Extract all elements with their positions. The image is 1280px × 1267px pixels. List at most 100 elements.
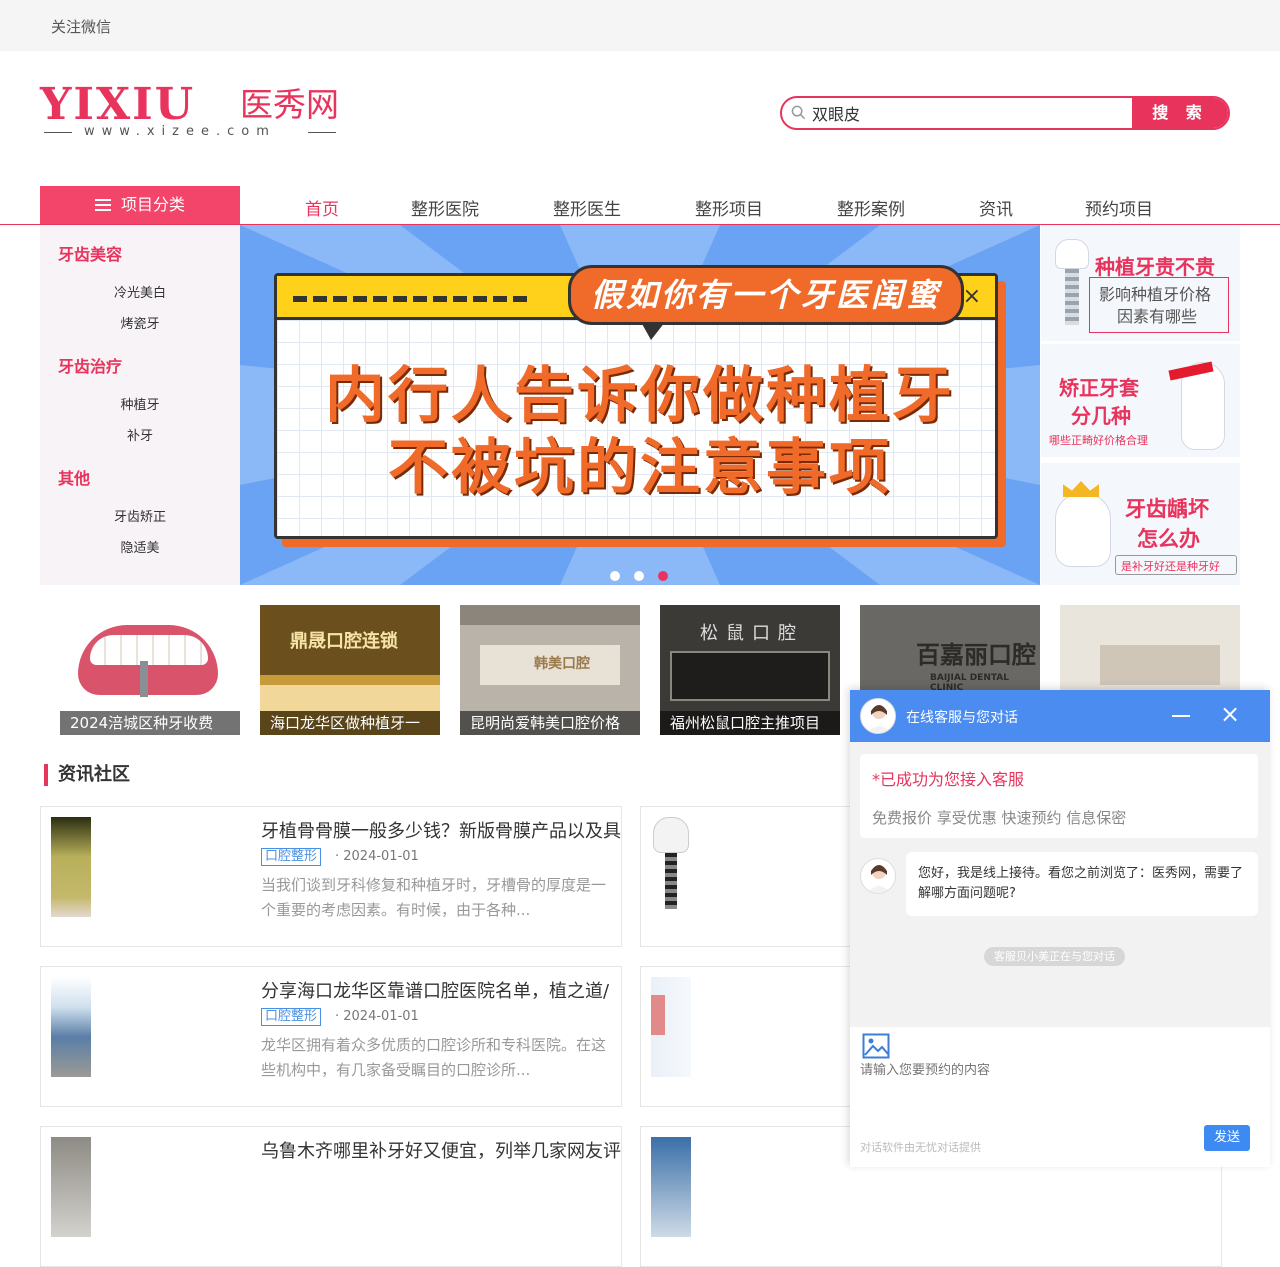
send-button[interactable]: 发送 bbox=[1204, 1125, 1250, 1151]
clinic-room bbox=[1100, 645, 1220, 685]
article-tag[interactable]: 口腔整形 bbox=[261, 848, 322, 866]
nav-doctors[interactable]: 整形医生 bbox=[553, 195, 621, 220]
promo-braces[interactable]: 矫正牙套 分几种 哪些正畸好价格合理 bbox=[1041, 341, 1240, 457]
article-date: · 2024-01-01 bbox=[335, 849, 419, 864]
category-sidebar: 牙齿美容 冷光美白 烤瓷牙 牙齿治疗 种植牙 补牙 其他 牙齿矫正 隐适美 bbox=[40, 225, 240, 585]
promo-subtitle-2: 因素有哪些 bbox=[1117, 307, 1198, 326]
tooth-mascot-icon bbox=[1055, 493, 1111, 567]
article-thumbnail bbox=[51, 977, 91, 1077]
article-thumbnail bbox=[651, 817, 691, 917]
thumbnail-card[interactable]: 2024涪城区种牙收费 bbox=[60, 605, 240, 735]
article-title[interactable]: 乌鲁木齐哪里补牙好又便宜，列举几家网友评 bbox=[261, 1137, 623, 1163]
chat-composer: 对话软件由无忧对话提供 发送 bbox=[850, 1027, 1270, 1167]
nav-home[interactable]: 首页 bbox=[305, 195, 339, 220]
banner-headline-2: 不被坑的注意事项 bbox=[388, 433, 892, 503]
article-tag[interactable]: 口腔整形 bbox=[261, 1008, 322, 1026]
hero-banner[interactable]: × 假如你有一个牙医闺蜜 内行人告诉你做种植牙 不被坑的注意事项 bbox=[240, 225, 1040, 585]
article-description: 当我们谈到牙科修复和种植牙时，牙槽骨的厚度是一个重要的考虑因素。有时候，由于各种… bbox=[261, 876, 607, 919]
nav-projects[interactable]: 整形项目 bbox=[695, 195, 763, 220]
clinic-sign: 鼎晟口腔连锁 bbox=[290, 631, 398, 652]
close-icon[interactable]: × bbox=[1220, 702, 1240, 726]
chat-widget: 在线客服与您对话 × *已成功为您接入客服 免费报价 享受优惠 快速预约 信息保… bbox=[850, 690, 1270, 1167]
nav-news[interactable]: 资讯 bbox=[979, 195, 1013, 220]
sidebar-group-title[interactable]: 其他 bbox=[58, 465, 90, 489]
category-button-label: 项目分类 bbox=[120, 195, 185, 214]
chat-notice: *已成功为您接入客服 免费报价 享受优惠 快速预约 信息保密 bbox=[860, 754, 1258, 838]
search-button[interactable]: 搜 索 bbox=[1132, 98, 1228, 128]
article-thumbnail bbox=[51, 1137, 91, 1237]
sidebar-item[interactable]: 冷光美白 bbox=[40, 282, 240, 301]
article-title[interactable]: 牙植骨骨膜一般多少钱？新版骨膜产品以及具 bbox=[261, 817, 623, 843]
banner-headline-1: 内行人告诉你做种植牙 bbox=[325, 361, 955, 431]
sidebar-item[interactable]: 烤瓷牙 bbox=[40, 313, 240, 332]
minimize-icon[interactable] bbox=[1172, 703, 1190, 725]
crown-icon bbox=[1063, 481, 1099, 497]
article-thumbnail bbox=[51, 817, 91, 917]
promo-implant[interactable]: 种植牙贵不贵 影响种植牙价格 因素有哪些 bbox=[1041, 225, 1240, 341]
agent-avatar bbox=[860, 698, 896, 734]
logo-english: YIXIU bbox=[40, 79, 196, 130]
thumbnail-card[interactable]: 松鼠口腔 福州松鼠口腔主推项目 bbox=[660, 605, 840, 735]
thumbnail-card[interactable]: 鼎晟口腔连锁 海口龙华区做种植牙一 bbox=[260, 605, 440, 735]
section-title: 资讯社区 bbox=[44, 764, 130, 786]
sidebar-item[interactable]: 牙齿矫正 bbox=[40, 506, 240, 525]
sidebar-item[interactable]: 补牙 bbox=[40, 425, 240, 444]
logo-divider-right bbox=[308, 132, 336, 133]
article-date: · 2024-01-01 bbox=[335, 1009, 419, 1024]
nav-appointment[interactable]: 预约项目 bbox=[1085, 195, 1153, 220]
powered-by: 对话软件由无忧对话提供 bbox=[860, 1141, 981, 1154]
thumbnail-card[interactable]: 韩美口腔 昆明尚爱韩美口腔价格 bbox=[460, 605, 640, 735]
promo-decay[interactable]: 牙齿龋坏 怎么办 是补牙好还是种牙好 bbox=[1041, 460, 1240, 585]
logo-chinese: 医秀网 bbox=[240, 85, 339, 124]
chat-header[interactable]: 在线客服与您对话 × bbox=[850, 690, 1270, 742]
promo-subtitle: 影响种植牙价格 bbox=[1099, 285, 1212, 304]
clinic-sign: 韩美口腔 bbox=[534, 656, 590, 672]
reception-desk bbox=[260, 685, 440, 711]
chat-message: 您好，我是线上接待。看您之前浏览了：医秀网，需要了解哪方面问题呢? bbox=[906, 852, 1258, 916]
implant-illustration bbox=[140, 661, 148, 697]
article-card[interactable]: 分享海口龙华区靠谱口腔医院名单，植之道/ 口腔整形 · 2024-01-01 龙… bbox=[40, 966, 622, 1107]
site-logo[interactable]: YIXIU 医秀网 www.xizee.com bbox=[40, 82, 350, 142]
notice-connected: *已成功为您接入客服 bbox=[872, 770, 1025, 789]
article-card[interactable]: 乌鲁木齐哪里补牙好又便宜，列举几家网友评 bbox=[40, 1126, 622, 1267]
promo-title-2: 怎么办 bbox=[1137, 527, 1200, 551]
promo-title-2: 分几种 bbox=[1071, 404, 1131, 428]
sidebar-item[interactable]: 隐适美 bbox=[40, 537, 240, 556]
teeth-illustration bbox=[90, 635, 208, 665]
nav-cases[interactable]: 整形案例 bbox=[837, 195, 905, 220]
promo-subtitle: 是补牙好还是种牙好 bbox=[1121, 560, 1220, 573]
clinic-sign: 百嘉丽口腔 bbox=[916, 641, 1036, 669]
chat-system-note: 客服贝小美正在与您对话 bbox=[984, 947, 1125, 966]
search-icon bbox=[791, 105, 806, 120]
article-thumbnail bbox=[651, 977, 691, 1077]
follow-wechat-link[interactable]: 关注微信 bbox=[51, 16, 111, 37]
article-title[interactable]: 分享海口龙华区靠谱口腔医院名单，植之道/ bbox=[261, 977, 623, 1003]
image-upload-icon[interactable] bbox=[862, 1033, 890, 1059]
article-thumbnail bbox=[651, 1137, 691, 1237]
banner-dot-active[interactable] bbox=[658, 571, 668, 581]
thumbnail-caption: 福州松鼠口腔主推项目 bbox=[660, 711, 840, 735]
sidebar-group-title[interactable]: 牙齿美容 bbox=[58, 241, 122, 265]
thumbnail-caption: 昆明尚爱韩美口腔价格 bbox=[460, 711, 640, 735]
banner-bubble: 假如你有一个牙医闺蜜 bbox=[568, 265, 964, 340]
promo-title: 矫正牙套 bbox=[1059, 376, 1139, 400]
banner-dot[interactable] bbox=[634, 571, 644, 581]
search-box: 搜 索 bbox=[780, 96, 1230, 130]
category-button[interactable]: 项目分类 bbox=[40, 186, 240, 224]
promo-subtitle: 哪些正畸好价格合理 bbox=[1049, 434, 1148, 447]
promo-title: 牙齿龋坏 bbox=[1125, 497, 1209, 521]
chat-input[interactable] bbox=[860, 1063, 1220, 1078]
thumbnail-caption: 海口龙华区做种植牙一 bbox=[260, 711, 440, 735]
search-input[interactable] bbox=[812, 100, 1132, 126]
sidebar-item[interactable]: 种植牙 bbox=[40, 394, 240, 413]
banner-close-icon: × bbox=[962, 284, 981, 309]
sidebar-group-title[interactable]: 牙齿治疗 bbox=[58, 353, 122, 377]
nav-hospitals[interactable]: 整形医院 bbox=[411, 195, 479, 220]
article-card[interactable]: 牙植骨骨膜一般多少钱？新版骨膜产品以及具 口腔整形 · 2024-01-01 当… bbox=[40, 806, 622, 947]
tooth-crown-icon bbox=[1055, 239, 1089, 269]
agent-avatar bbox=[860, 858, 896, 894]
implant-screw-icon bbox=[1065, 269, 1079, 325]
logo-url: www.xizee.com bbox=[84, 124, 276, 139]
banner-dot[interactable] bbox=[610, 571, 620, 581]
chat-title: 在线客服与您对话 bbox=[906, 710, 1018, 726]
